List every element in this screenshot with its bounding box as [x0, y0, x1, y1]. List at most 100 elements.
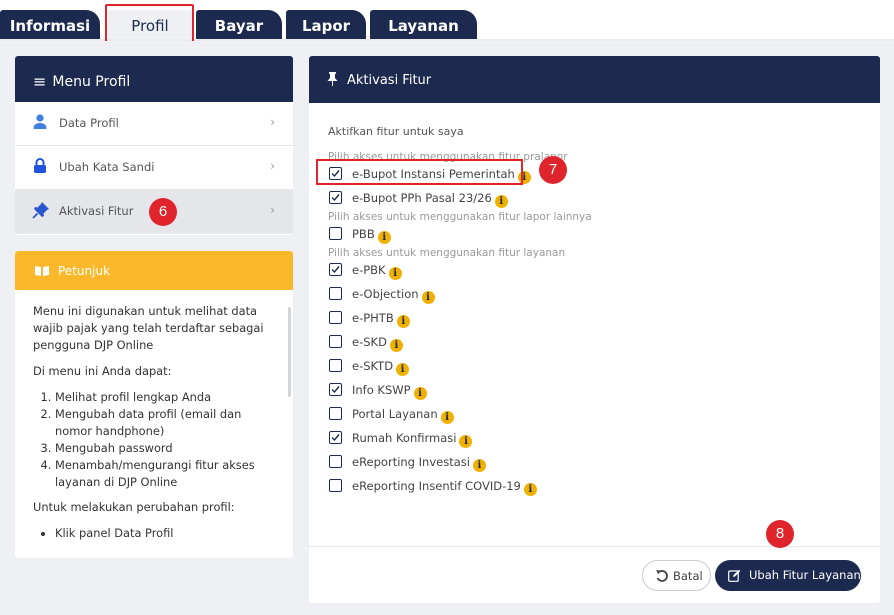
checkbox-label: e-Bupot Instansi Pemerintah — [352, 167, 515, 181]
pushpin-icon — [327, 72, 338, 86]
menu-profil-title: Menu Profil — [52, 74, 131, 90]
checkmark-icon — [331, 434, 340, 442]
info-icon[interactable]: i — [389, 339, 403, 352]
chevron-right-icon: › — [270, 203, 275, 217]
checkbox-checked[interactable] — [329, 431, 342, 444]
info-icon[interactable]: i — [396, 315, 410, 328]
step-badge-7: 7 — [539, 156, 567, 184]
checkbox-checked[interactable] — [329, 191, 342, 204]
checkbox-row-e-bupot-pph-pasal-23-26[interactable]: e-Bupot PPh Pasal 23/26 i — [328, 187, 880, 211]
info-icon[interactable]: i — [517, 171, 531, 184]
checkbox-row-e-objection[interactable]: e-Objection i — [328, 283, 880, 307]
checkbox-checked[interactable] — [329, 383, 342, 396]
menu-profil-header: ≡ Menu Profil — [15, 56, 293, 102]
batal-button[interactable]: Batal — [642, 560, 711, 591]
lock-icon — [34, 158, 46, 173]
info-icon[interactable]: i — [523, 483, 537, 496]
user-icon — [33, 114, 47, 129]
info-icon[interactable]: i — [494, 195, 508, 208]
step-badge-8: 8 — [766, 520, 794, 548]
info-icon[interactable]: i — [440, 411, 454, 424]
checkbox-unchecked[interactable] — [329, 407, 342, 420]
checkbox-checked[interactable] — [329, 167, 342, 180]
tab-profil[interactable]: Profil — [108, 10, 192, 41]
checkbox-row-ereporting-insentif-covid-19[interactable]: eReporting Insentif COVID-19 i — [328, 475, 880, 499]
info-icon[interactable]: i — [472, 459, 486, 472]
hamburger-icon: ≡ — [33, 72, 47, 91]
checkbox-row-pbb[interactable]: PBB i — [328, 223, 880, 247]
group-label-layanan: Pilih akses untuk menggunakan fitur laya… — [328, 247, 566, 259]
petunjuk-panel: Petunjuk Menu ini digunakan untuk meliha… — [15, 251, 293, 558]
step-badge-6: 6 — [149, 198, 177, 226]
fitur-list: Aktifkan fitur untuk saya Pilih akses un… — [309, 103, 880, 499]
petunjuk-header: Petunjuk — [15, 251, 293, 290]
checkbox-label: eReporting Investasi — [352, 455, 470, 469]
checkbox-row-e-bupot-instansi-pemerintah[interactable]: e-Bupot Instansi Pemerintah i — [328, 163, 880, 187]
checkmark-icon — [331, 170, 340, 178]
list-item: Menambah/mengurangi fitur akses layanan … — [55, 457, 275, 491]
chevron-right-icon: › — [270, 115, 275, 129]
sidebar-item-data-profil[interactable]: Data Profil › — [15, 102, 293, 146]
list-item: Klik panel Data Profil — [55, 525, 275, 542]
checkbox-unchecked[interactable] — [329, 479, 342, 492]
checkbox-unchecked[interactable] — [329, 359, 342, 372]
checkbox-label: e-SKTD — [352, 359, 394, 373]
tab-bar: Informasi Profil Bayar Lapor Layanan — [0, 0, 894, 41]
checkbox-row-e-phtb[interactable]: e-PHTB i — [328, 307, 880, 331]
checkbox-unchecked[interactable] — [329, 287, 342, 300]
petunjuk-steps-list: Melihat profil lengkap Anda Mengubah dat… — [55, 389, 275, 491]
checkbox-unchecked[interactable] — [329, 311, 342, 324]
checkbox-row-e-sktd[interactable]: e-SKTD i — [328, 355, 880, 379]
fitur-footer: Batal Ubah Fitur Layanan — [309, 546, 880, 603]
checkbox-label: Portal Layanan — [352, 407, 438, 421]
ubah-fitur-layanan-label: Ubah Fitur Layanan — [749, 568, 861, 582]
checkbox-unchecked[interactable] — [329, 455, 342, 468]
info-icon[interactable]: i — [413, 387, 427, 400]
list-item: Mengubah password — [55, 440, 275, 457]
tab-layanan[interactable]: Layanan — [370, 10, 477, 41]
tab-bayar[interactable]: Bayar — [196, 10, 282, 41]
checkmark-icon — [331, 194, 340, 202]
edit-icon — [728, 569, 741, 582]
checkbox-label: e-Objection — [352, 287, 419, 301]
aktivasi-fitur-header: Aktivasi Fitur — [309, 56, 880, 103]
chevron-right-icon: › — [270, 159, 275, 173]
group-label-pralapor: Pilih akses untuk menggunakan fitur pral… — [328, 151, 568, 163]
tab-informasi[interactable]: Informasi — [0, 10, 100, 41]
checkbox-unchecked[interactable] — [329, 227, 342, 240]
fitur-intro-text: Aktifkan fitur untuk saya — [328, 125, 464, 138]
checkbox-row-ereporting-investasi[interactable]: eReporting Investasi i — [328, 451, 880, 475]
checkbox-row-e-skd[interactable]: e-SKD i — [328, 331, 880, 355]
ubah-fitur-layanan-button[interactable]: Ubah Fitur Layanan — [715, 560, 861, 591]
checkbox-label: Info KSWP — [352, 383, 411, 397]
checkbox-row-rumah-konfirmasi[interactable]: Rumah Konfirmasi i — [328, 427, 880, 451]
checkbox-checked[interactable] — [329, 263, 342, 276]
petunjuk-paragraph: Di menu ini Anda dapat: — [33, 364, 172, 378]
checkbox-label: PBB — [352, 227, 375, 241]
sidebar-item-label: Aktivasi Fitur — [59, 204, 134, 218]
undo-icon — [656, 570, 668, 582]
info-icon[interactable]: i — [421, 291, 435, 304]
aktivasi-fitur-panel: Aktivasi Fitur Aktifkan fitur untuk saya… — [309, 56, 880, 603]
checkbox-row-info-kswp[interactable]: Info KSWP i — [328, 379, 880, 403]
checkbox-row-e-pbk[interactable]: e-PBK i — [328, 259, 880, 283]
petunjuk-title: Petunjuk — [58, 264, 110, 278]
info-icon[interactable]: i — [396, 363, 410, 376]
checkbox-label: Rumah Konfirmasi — [352, 431, 457, 445]
petunjuk-scrollbar[interactable] — [288, 307, 291, 397]
sidebar-item-label: Data Profil — [59, 116, 119, 130]
checkmark-icon — [331, 266, 340, 274]
checkbox-label: e-Bupot PPh Pasal 23/26 — [352, 191, 492, 205]
checkbox-label: e-PBK — [352, 263, 386, 277]
checkmark-icon — [331, 386, 340, 394]
sidebar-item-ubah-kata-sandi[interactable]: Ubah Kata Sandi › — [15, 146, 293, 190]
checkbox-label: eReporting Insentif COVID-19 — [352, 479, 521, 493]
tab-lapor[interactable]: Lapor — [286, 10, 366, 41]
info-icon[interactable]: i — [459, 435, 473, 448]
info-icon[interactable]: i — [388, 267, 402, 280]
batal-label: Batal — [673, 569, 703, 583]
checkbox-unchecked[interactable] — [329, 335, 342, 348]
checkbox-row-portal-layanan[interactable]: Portal Layanan i — [328, 403, 880, 427]
info-icon[interactable]: i — [377, 231, 391, 244]
list-item: Mengubah data profil (email dan nomor ha… — [55, 406, 275, 440]
